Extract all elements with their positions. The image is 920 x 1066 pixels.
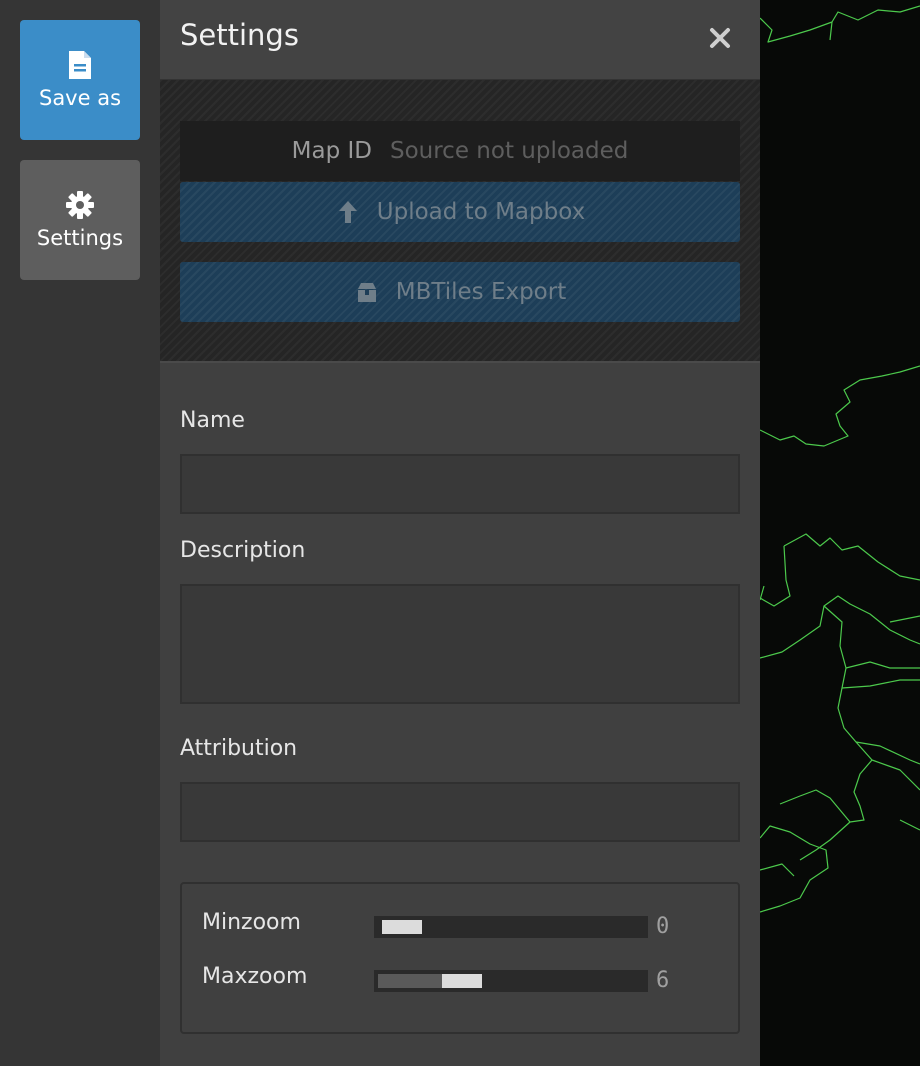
- upload-button-label: Upload to Mapbox: [376, 199, 586, 225]
- panel-header: Settings: [160, 0, 760, 80]
- close-icon: [709, 27, 731, 53]
- map-boundaries: [760, 5, 920, 913]
- maxzoom-slider[interactable]: [374, 970, 648, 992]
- minzoom-slider[interactable]: [374, 916, 648, 938]
- package-icon: [354, 279, 380, 305]
- map-id-value: Source not uploaded: [389, 138, 629, 164]
- save-as-button[interactable]: Save as: [20, 20, 140, 140]
- export-button-label: MBTiles Export: [395, 279, 567, 305]
- minzoom-value: 0: [656, 914, 670, 939]
- maxzoom-value: 6: [656, 968, 670, 993]
- arrow-up-icon: [335, 199, 361, 225]
- close-button[interactable]: [702, 22, 738, 58]
- upload-section: Map ID Source not uploaded Upload to Map…: [160, 80, 760, 363]
- map-canvas[interactable]: [760, 0, 920, 1066]
- document-icon: [65, 50, 95, 80]
- maxzoom-label: Maxzoom: [202, 964, 308, 989]
- minzoom-slider-handle[interactable]: [382, 920, 422, 934]
- settings-label: Settings: [36, 226, 124, 250]
- map-id-label: Map ID: [291, 138, 372, 164]
- save-as-label: Save as: [38, 86, 122, 110]
- settings-panel: Settings Map ID Source not uploaded Uplo…: [160, 0, 760, 1066]
- maxzoom-slider-handle[interactable]: [442, 974, 482, 988]
- panel-title: Settings: [180, 18, 299, 52]
- map-id-row: Map ID Source not uploaded: [180, 121, 740, 181]
- toolbar: Save as Settings: [0, 0, 160, 1066]
- name-input[interactable]: [180, 454, 740, 514]
- minzoom-label: Minzoom: [202, 910, 301, 935]
- description-input[interactable]: [180, 584, 740, 704]
- name-label: Name: [180, 408, 245, 433]
- upload-to-mapbox-button[interactable]: Upload to Mapbox: [180, 182, 740, 242]
- description-label: Description: [180, 538, 306, 563]
- zoom-range-box: Minzoom 0 Maxzoom 6: [180, 882, 740, 1034]
- settings-button[interactable]: Settings: [20, 160, 140, 280]
- mbtiles-export-button[interactable]: MBTiles Export: [180, 262, 740, 322]
- attribution-label: Attribution: [180, 736, 298, 761]
- attribution-input[interactable]: [180, 782, 740, 842]
- gear-icon: [65, 190, 95, 220]
